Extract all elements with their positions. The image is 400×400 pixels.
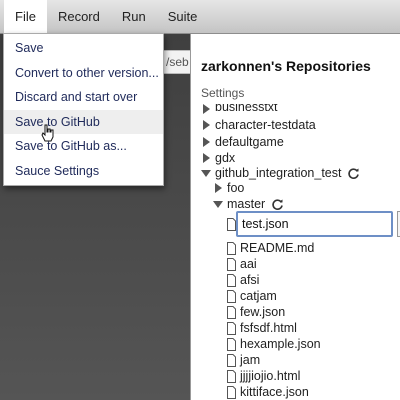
repo-label: character-testdata bbox=[215, 118, 316, 132]
expand-arrow-icon bbox=[203, 120, 210, 130]
repo-item-businesstxt[interactable]: businesstxt bbox=[203, 104, 278, 114]
file-icon bbox=[227, 337, 236, 351]
file-menu-dropdown: Save Convert to other version... Discard… bbox=[3, 33, 164, 186]
repo-label: github_integration_test bbox=[215, 166, 342, 180]
file-item[interactable]: jjjjiojio.html bbox=[227, 368, 300, 384]
file-icon bbox=[227, 369, 236, 383]
file-item[interactable]: few.json bbox=[227, 304, 285, 320]
repo-item-gdx[interactable]: gdx bbox=[203, 150, 235, 166]
file-label: afsi bbox=[240, 273, 260, 287]
file-item[interactable]: aai bbox=[227, 256, 257, 272]
menu-run[interactable]: Run bbox=[111, 0, 157, 34]
file-icon bbox=[227, 385, 236, 399]
file-label: kittiface.json bbox=[240, 385, 309, 399]
expand-arrow-icon bbox=[203, 137, 210, 147]
menu-item-save[interactable]: Save bbox=[4, 36, 163, 61]
menu-item-convert[interactable]: Convert to other version... bbox=[4, 61, 163, 86]
file-label: README.md bbox=[240, 241, 315, 255]
repo-item-defaultgame[interactable]: defaultgame bbox=[203, 134, 284, 150]
menu-item-save-to-github-as[interactable]: Save to GitHub as... bbox=[4, 134, 163, 159]
file-label: jam bbox=[240, 353, 261, 367]
menu-item-discard[interactable]: Discard and start over bbox=[4, 85, 163, 110]
file-label: aai bbox=[240, 257, 257, 271]
file-label: fsfsdf.html bbox=[240, 321, 297, 335]
file-icon bbox=[227, 257, 236, 271]
file-icon bbox=[227, 217, 236, 231]
panel-title: zarkonnen's Repositories bbox=[201, 58, 371, 74]
menu-file[interactable]: File bbox=[4, 0, 47, 34]
url-field[interactable]: /seb bbox=[160, 50, 192, 74]
collapse-arrow-icon bbox=[201, 169, 211, 177]
menu-suite[interactable]: Suite bbox=[157, 0, 209, 34]
hand-cursor-icon bbox=[41, 124, 54, 142]
file-icon bbox=[227, 321, 236, 335]
file-icon bbox=[227, 273, 236, 287]
expand-arrow-icon bbox=[203, 104, 210, 114]
sync-icon[interactable] bbox=[347, 167, 360, 180]
collapse-arrow-icon bbox=[213, 200, 223, 208]
branch-label: master bbox=[227, 197, 266, 211]
repo-item-character-testdata[interactable]: character-testdata bbox=[203, 117, 316, 133]
menubar: File Record Run Suite bbox=[0, 0, 400, 34]
file-icon bbox=[227, 241, 236, 255]
settings-link[interactable]: Settings bbox=[201, 86, 244, 100]
branch-item-master[interactable]: master bbox=[213, 196, 284, 212]
expand-arrow-icon bbox=[203, 153, 210, 163]
file-item[interactable]: README.md bbox=[227, 240, 314, 256]
menu-record[interactable]: Record bbox=[47, 0, 111, 34]
branch-item-foo[interactable]: foo bbox=[215, 180, 244, 196]
new-file-name-box bbox=[236, 211, 393, 237]
file-label: jjjjiojio.html bbox=[240, 369, 301, 383]
repo-label: defaultgame bbox=[215, 135, 284, 149]
file-label: hexample.json bbox=[240, 337, 321, 351]
repo-item-github-integration-test[interactable]: github_integration_test bbox=[201, 165, 360, 181]
file-item[interactable]: fsfsdf.html bbox=[227, 320, 297, 336]
sync-icon[interactable] bbox=[271, 198, 284, 211]
file-icon bbox=[227, 353, 236, 367]
file-icon bbox=[227, 305, 236, 319]
repo-label: businesstxt bbox=[215, 104, 278, 114]
file-item[interactable]: afsi bbox=[227, 272, 259, 288]
expand-arrow-icon bbox=[215, 183, 222, 193]
new-file-name-input[interactable] bbox=[238, 213, 391, 235]
menu-item-sauce-settings[interactable]: Sauce Settings bbox=[4, 159, 163, 184]
file-item[interactable]: catjam bbox=[227, 288, 277, 304]
branch-label: foo bbox=[227, 181, 245, 195]
file-label: catjam bbox=[240, 289, 277, 303]
file-item[interactable]: hexample.json bbox=[227, 336, 321, 352]
menu-item-save-to-github[interactable]: Save to GitHub bbox=[4, 109, 163, 134]
repo-label: gdx bbox=[215, 151, 236, 165]
file-item[interactable]: jam bbox=[227, 352, 260, 368]
file-item[interactable]: kittiface.json bbox=[227, 384, 309, 400]
file-icon bbox=[227, 289, 236, 303]
file-label: few.json bbox=[240, 305, 286, 319]
